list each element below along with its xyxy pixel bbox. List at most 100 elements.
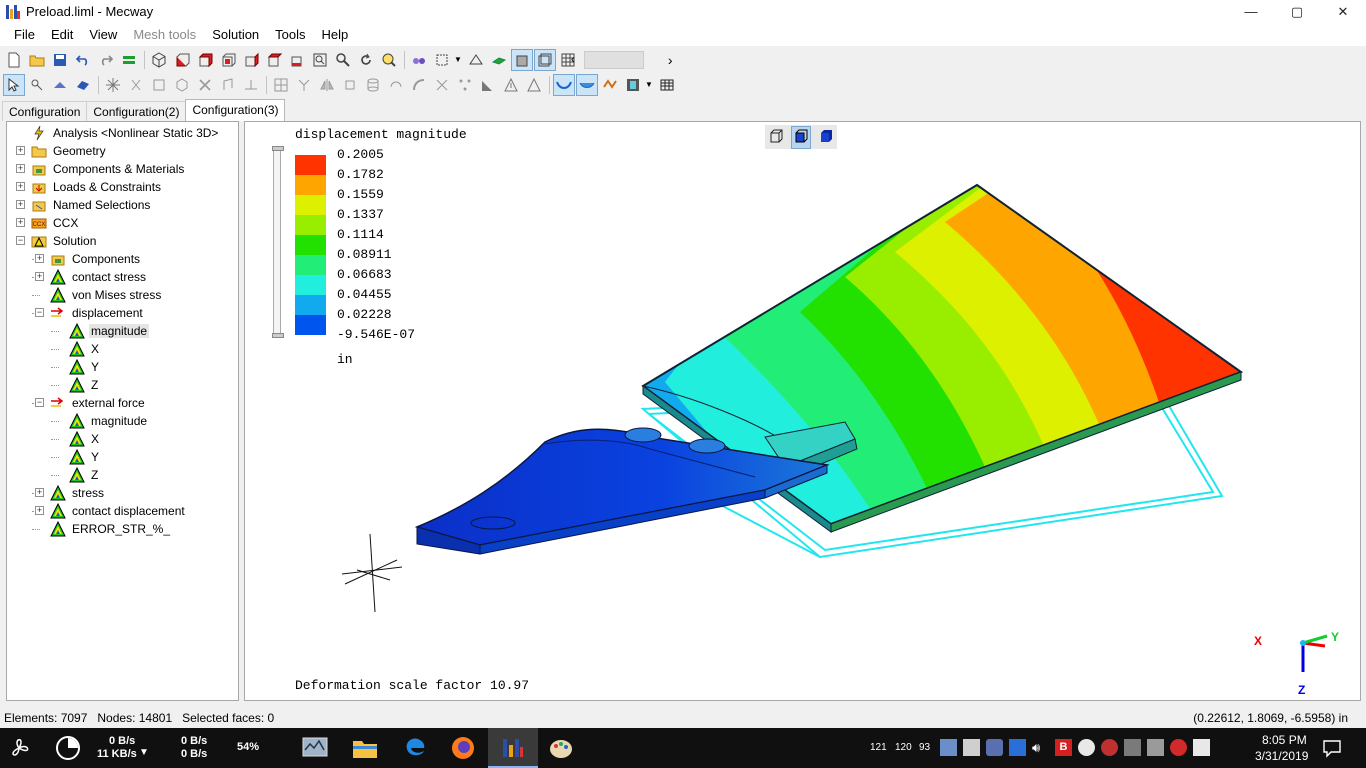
file-explorer-icon[interactable] <box>352 737 378 762</box>
tree-item[interactable]: magnitude <box>69 412 149 430</box>
tray-b-icon[interactable]: B <box>1055 739 1072 756</box>
tree-item[interactable]: Y <box>69 358 101 376</box>
solid-cube-icon[interactable] <box>818 128 834 147</box>
toolbar-scroll[interactable]: ‹ <box>571 50 644 69</box>
view-bottom-icon[interactable] <box>286 49 308 71</box>
tree-expander-icon[interactable]: − <box>35 308 44 317</box>
scatter-icon[interactable] <box>431 74 453 96</box>
tree-expander-icon[interactable]: + <box>16 164 25 173</box>
shaded-display-icon[interactable] <box>488 49 510 71</box>
tree-item[interactable]: Analysis <Nonlinear Static 3D> <box>31 124 220 142</box>
nodes-icon[interactable] <box>454 74 476 96</box>
tray-w-icon[interactable] <box>1009 739 1026 756</box>
bend-icon[interactable] <box>408 74 430 96</box>
tab-configuration-3[interactable]: Configuration(3) <box>185 99 286 121</box>
view-top-icon[interactable] <box>263 49 285 71</box>
task-manager-icon[interactable] <box>302 736 328 763</box>
tree-item[interactable]: CCX CCX <box>31 214 80 232</box>
zoom-extents-icon[interactable] <box>378 49 400 71</box>
tray-volume-icon[interactable]: 🔊︎ <box>1032 739 1049 756</box>
select-pointer-icon[interactable] <box>3 73 25 96</box>
legend-slider-bottom-handle[interactable] <box>272 333 284 338</box>
tree-item[interactable]: magnitude <box>69 322 150 340</box>
close-button[interactable]: ✕ <box>1320 0 1366 23</box>
square-icon[interactable] <box>148 74 170 96</box>
mirror-icon[interactable] <box>316 74 338 96</box>
tree-expander-icon[interactable]: + <box>16 182 25 191</box>
tab-configuration[interactable]: Configuration <box>2 101 88 121</box>
mesh-view-icon[interactable] <box>557 49 579 71</box>
scroll-right-icon[interactable]: › <box>668 52 673 68</box>
view-iso-icon[interactable] <box>148 49 170 71</box>
tree-item[interactable]: stress <box>50 484 106 502</box>
revolve-icon[interactable] <box>385 74 407 96</box>
paint-icon[interactable] <box>548 735 574 764</box>
sweep-icon[interactable] <box>240 74 262 96</box>
extrude-icon[interactable] <box>217 74 239 96</box>
tray-disk-icon[interactable] <box>963 739 980 756</box>
tree-item[interactable]: X <box>69 430 101 448</box>
tree-expander-icon[interactable]: + <box>35 272 44 281</box>
tree-item[interactable]: von Mises stress <box>50 286 163 304</box>
corner-icon[interactable] <box>477 74 499 96</box>
menu-mesh-tools[interactable]: Mesh tools <box>125 23 204 46</box>
rotate-icon[interactable] <box>355 49 377 71</box>
view-right-icon[interactable] <box>240 49 262 71</box>
clock-time[interactable]: 8:05 PM <box>1262 733 1307 747</box>
view-left-icon[interactable] <box>217 49 239 71</box>
tree-expander-icon[interactable]: + <box>16 200 25 209</box>
menu-tools[interactable]: Tools <box>267 23 313 46</box>
open-folder-icon[interactable] <box>26 49 48 71</box>
outline-view-icon[interactable] <box>533 48 556 71</box>
tab-configuration-2[interactable]: Configuration(2) <box>86 101 187 121</box>
maximize-button[interactable]: ▢ <box>1274 0 1320 23</box>
tray-app-icon[interactable] <box>940 739 957 756</box>
menu-file[interactable]: File <box>6 23 43 46</box>
zoom-icon[interactable] <box>332 49 354 71</box>
undeformed-shape-icon[interactable] <box>553 73 575 96</box>
refine-icon[interactable] <box>270 74 292 96</box>
tree-item[interactable]: contact displacement <box>50 502 187 520</box>
animate-icon[interactable] <box>599 74 621 96</box>
cylinder-icon[interactable] <box>362 74 384 96</box>
view-front-icon[interactable] <box>171 49 193 71</box>
minimize-button[interactable]: — <box>1228 0 1274 23</box>
tree-item[interactable]: Y <box>69 448 101 466</box>
tree-expander-icon[interactable]: − <box>16 236 25 245</box>
transform-icon[interactable] <box>339 74 361 96</box>
tree-item[interactable]: ERROR_STR_%_ <box>50 520 172 538</box>
tray-device-icon[interactable] <box>1147 739 1164 756</box>
film-dropdown-icon[interactable]: ▼ <box>645 80 653 89</box>
save-icon[interactable] <box>49 49 71 71</box>
clock-date[interactable]: 3/31/2019 <box>1255 749 1308 763</box>
tray-network-icon[interactable] <box>986 739 1003 756</box>
tree-item[interactable]: external force <box>50 394 147 412</box>
merge-icon[interactable] <box>293 74 315 96</box>
legend-slider[interactable] <box>273 148 281 338</box>
transparency-icon[interactable] <box>465 49 487 71</box>
triangle-outline-icon[interactable] <box>523 74 545 96</box>
view-back-icon[interactable] <box>194 49 216 71</box>
tree-expander-icon[interactable]: + <box>16 218 25 227</box>
graphics-viewport[interactable]: displacement magnitude 0.2005 0.1782 0.155… <box>244 121 1361 701</box>
shaded-cube-icon[interactable] <box>790 125 811 149</box>
legend-slider-top-handle[interactable] <box>272 146 284 151</box>
display-options-icon[interactable] <box>408 49 430 71</box>
start-fan-icon[interactable] <box>2 734 36 765</box>
menu-edit[interactable]: Edit <box>43 23 81 46</box>
scroll-left-icon[interactable]: ‹ <box>571 52 575 66</box>
select-node-icon[interactable] <box>26 74 48 96</box>
tree-item[interactable]: contact stress <box>50 268 148 286</box>
menu-view[interactable]: View <box>81 23 125 46</box>
undo-icon[interactable] <box>72 49 94 71</box>
cut-plane-icon[interactable] <box>431 49 453 71</box>
clock-gauge-icon[interactable] <box>55 735 81 764</box>
wireframe-cube-icon[interactable] <box>768 128 784 147</box>
tree-expander-icon[interactable]: + <box>35 254 44 263</box>
warning-triangle-icon[interactable] <box>500 74 522 96</box>
tree-item[interactable]: Z <box>69 466 100 484</box>
tray-alert-icon[interactable] <box>1101 739 1118 756</box>
film-icon[interactable] <box>622 74 644 96</box>
tree-expander-icon[interactable]: + <box>16 146 25 155</box>
table-icon[interactable] <box>656 74 678 96</box>
